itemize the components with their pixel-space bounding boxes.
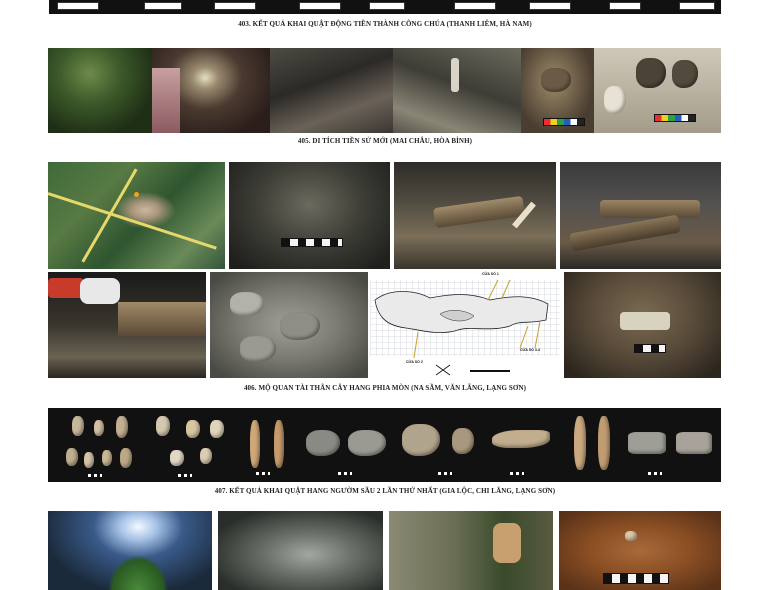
coin-photo xyxy=(679,2,715,10)
photo-hand-artifact xyxy=(48,272,206,378)
shell-artifact xyxy=(102,450,112,466)
photo-coffin-2 xyxy=(560,162,721,269)
photo-stone-tool-2 xyxy=(594,48,721,133)
photo-coffin-1 xyxy=(394,162,556,269)
shell-artifact xyxy=(156,416,170,436)
coffin-log xyxy=(600,200,700,218)
stone-tool-artifact xyxy=(402,424,440,456)
caption-407: 407. KẾT QUẢ KHAI QUẬT HANG NGƯỜM SẦU 2 … xyxy=(214,487,556,495)
coins-panel-403 xyxy=(49,0,721,14)
shell-artifact xyxy=(210,420,224,438)
coin-photo xyxy=(609,2,641,10)
scale-bar xyxy=(281,238,343,247)
shell-artifact xyxy=(200,448,212,464)
scale-bar xyxy=(438,472,452,475)
cave-plan-svg xyxy=(370,279,560,376)
stone-artifact xyxy=(625,531,637,541)
photo-cave-floor xyxy=(270,48,393,133)
person-figure xyxy=(451,58,459,92)
caption-405: 405. DI TÍCH TIỀN SỬ MỚI (MAI CHÂU, HÒA … xyxy=(297,137,473,145)
map-road xyxy=(81,168,138,263)
coin-photo xyxy=(369,2,405,10)
shell-artifact xyxy=(84,452,94,468)
glove-hand xyxy=(80,278,120,304)
label-door34: CỬA SỐ 3-4 xyxy=(520,348,540,352)
stone-flake-artifact xyxy=(628,432,666,454)
color-scale xyxy=(654,114,696,122)
scale-bar xyxy=(603,573,669,584)
scale-bar xyxy=(88,474,102,477)
photo-cave-formation xyxy=(218,511,383,590)
coin-photo xyxy=(214,2,256,10)
rock-pink xyxy=(152,68,180,133)
shell-artifact xyxy=(66,448,78,466)
coin-photo xyxy=(529,2,571,10)
stone-flake-artifact xyxy=(348,430,386,456)
scale-bar xyxy=(256,472,270,475)
bone-tool-artifact xyxy=(574,416,586,470)
coin-photo xyxy=(57,2,99,10)
person-figure xyxy=(493,523,521,563)
scale-bar xyxy=(510,472,524,475)
photo-cave-entrance xyxy=(152,48,270,133)
scale-bar xyxy=(648,472,662,475)
photo-cave-rocks xyxy=(229,162,390,269)
coffin-log xyxy=(118,302,206,336)
shell-artifact xyxy=(120,448,132,468)
scale-bar xyxy=(338,472,352,475)
bone-tool-artifact xyxy=(274,420,284,468)
stone-flake-artifact xyxy=(676,432,712,454)
photo-excavator xyxy=(389,511,553,590)
rock xyxy=(240,336,276,362)
north-arrow xyxy=(435,364,451,376)
red-sleeve xyxy=(48,278,84,298)
shell-artifact xyxy=(72,416,84,436)
coin-photo xyxy=(299,2,341,10)
artifacts-panel-407 xyxy=(48,408,721,482)
coin-photo xyxy=(454,2,496,10)
label-door2: CỬA SỐ 2 xyxy=(406,360,423,364)
shell-artifact xyxy=(94,420,104,436)
photo-excavation-pit xyxy=(559,511,721,590)
rock xyxy=(280,312,320,340)
scale-bar xyxy=(178,474,192,477)
stone-artifact xyxy=(672,60,698,88)
photo-forest xyxy=(48,48,152,133)
map-road xyxy=(48,192,217,250)
shell-artifact xyxy=(186,420,200,438)
caption-403: 403. KẾT QUẢ KHAI QUẬT ĐỘNG TIỀN THÀNH C… xyxy=(238,20,532,28)
map-marker xyxy=(134,192,139,197)
caption-406: 406. MỘ QUAN TÀI THÂN CÂY HANG PHIA MÒN … xyxy=(243,384,527,392)
plan-scale xyxy=(470,370,510,372)
stone-artifact xyxy=(604,86,626,114)
photo-surveyor xyxy=(393,48,521,133)
coffin-log xyxy=(569,214,681,252)
photo-cave-mouth-light xyxy=(48,511,212,590)
photo-coffin-remains xyxy=(564,272,721,378)
photo-stone-tool-1 xyxy=(521,48,594,133)
stone-tool-artifact xyxy=(452,428,474,454)
fern-plant xyxy=(108,555,168,590)
color-scale xyxy=(543,118,585,126)
photo-satellite-map xyxy=(48,162,225,269)
coin-photo xyxy=(144,2,182,10)
stone-tool-artifact xyxy=(492,430,550,448)
bone-tool-artifact xyxy=(598,416,610,470)
label-door1: CỬA SỐ 1 xyxy=(482,272,499,276)
cave-plan-diagram: CỬA SỐ 1 CỬA SỐ 2 CỬA SỐ 3-4 xyxy=(370,270,560,378)
bone-tool-artifact xyxy=(250,420,260,468)
shell-artifact xyxy=(170,450,184,466)
stone-artifact xyxy=(636,58,666,88)
stone-artifact xyxy=(541,68,571,92)
bone-remains xyxy=(620,312,670,330)
coffin-log xyxy=(433,195,525,229)
shell-artifact xyxy=(116,416,128,438)
rock xyxy=(230,292,264,316)
photo-rock-pile xyxy=(210,272,368,378)
scale-bar xyxy=(634,344,666,353)
stone-flake-artifact xyxy=(306,430,340,456)
